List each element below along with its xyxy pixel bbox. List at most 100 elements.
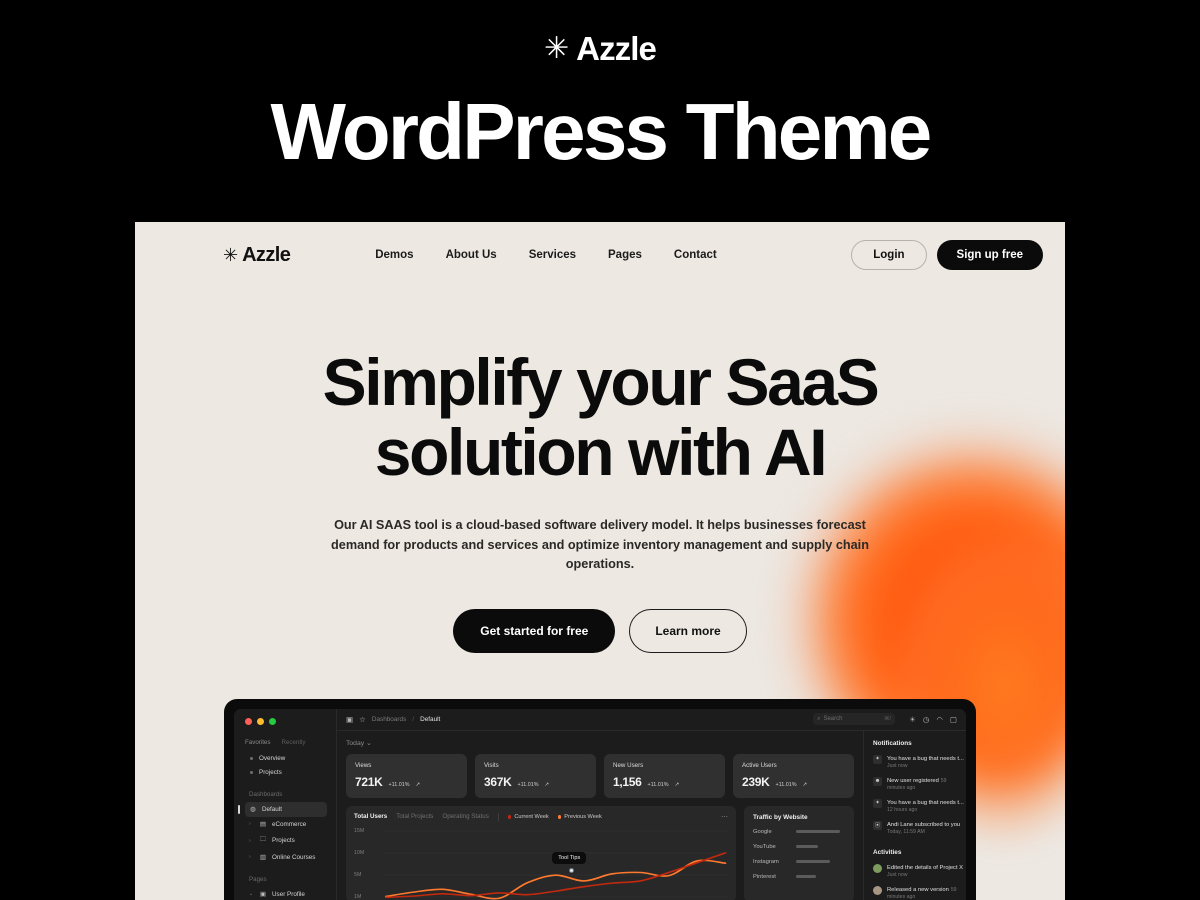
stat-label: New Users bbox=[613, 761, 644, 769]
hero-section: Simplify your SaaS solution with AI Our … bbox=[135, 280, 1065, 653]
chart-more-icon[interactable]: ⋯ bbox=[721, 813, 728, 821]
dashboard-mockup-frame: Favorites Recently Overview Projects Das… bbox=[224, 698, 976, 900]
trend-up-icon: ↗ bbox=[802, 781, 808, 788]
notification-item[interactable]: ✦ You have a bug that needs t... Just no… bbox=[873, 754, 964, 769]
sidebar-item-projects[interactable]: Projects bbox=[245, 766, 327, 780]
sidebar-item-label: Projects bbox=[259, 769, 282, 777]
chevron-right-icon: › bbox=[249, 821, 251, 828]
breadcrumb-parent[interactable]: Dashboards bbox=[372, 716, 406, 723]
bug-icon: ✦ bbox=[873, 798, 882, 808]
close-window-icon[interactable] bbox=[245, 717, 252, 725]
nav-item-demos[interactable]: Demos bbox=[375, 249, 413, 261]
stat-delta: +11.01% bbox=[517, 781, 539, 788]
notification-item[interactable]: ✦ You have a bug that needs t... 12 hour… bbox=[873, 798, 964, 813]
sidebar-item-overview[interactable]: Overview bbox=[245, 752, 327, 766]
banner-brand-name: Azzle bbox=[576, 30, 657, 67]
login-button[interactable]: Login bbox=[851, 240, 927, 270]
legend-label: Current Week bbox=[514, 813, 549, 820]
chart-tooltip-point[interactable] bbox=[569, 867, 575, 873]
learn-more-button[interactable]: Learn more bbox=[629, 608, 747, 653]
sidebar-item-projects-dash[interactable]: › 🗀 Projects bbox=[245, 832, 327, 850]
traffic-row: Instagram bbox=[753, 859, 845, 865]
signup-button[interactable]: Sign up free bbox=[936, 240, 1043, 270]
avatar bbox=[873, 885, 882, 895]
stat-value: 239K bbox=[742, 774, 770, 789]
legend-swatch bbox=[557, 815, 562, 819]
sidebar-item-default[interactable]: ◍ Default bbox=[238, 801, 327, 817]
stat-delta: +11.01% bbox=[388, 781, 410, 788]
divider bbox=[497, 812, 499, 821]
sidebar-item-online-courses[interactable]: › ▥ Online Courses bbox=[245, 850, 327, 865]
nav-item-pages[interactable]: Pages bbox=[608, 249, 642, 261]
notification-item[interactable]: ⦿ Andi Lane subscribed to you Today, 11:… bbox=[873, 820, 961, 835]
maximize-window-icon[interactable] bbox=[269, 717, 276, 725]
period-selector[interactable]: Today ⌄ bbox=[346, 739, 854, 747]
stat-value: 367K bbox=[484, 774, 512, 789]
sidebar-tabs: Favorites Recently bbox=[245, 739, 327, 746]
bullet-icon bbox=[250, 771, 253, 775]
sidebar-item-label: Default bbox=[262, 805, 282, 813]
get-started-button[interactable]: Get started for free bbox=[453, 608, 616, 653]
broadcast-icon: ⦿ bbox=[873, 820, 882, 830]
traffic-row: YouTube bbox=[753, 844, 845, 850]
dashboard-search-input[interactable]: ⌕ Search ⌘/ bbox=[813, 713, 896, 726]
sidebar-heading-dashboards: Dashboards bbox=[249, 790, 283, 798]
activity-text: Released a new version bbox=[887, 886, 949, 893]
tab-recently[interactable]: Recently bbox=[281, 739, 305, 746]
site-logo[interactable]: ✳ Azzle bbox=[223, 244, 291, 267]
nav-item-about-us[interactable]: About Us bbox=[446, 249, 497, 261]
bell-icon[interactable]: ◠ bbox=[936, 715, 943, 724]
nav-actions: Login Sign up free bbox=[851, 240, 1043, 270]
breadcrumb-current: Default bbox=[420, 715, 441, 723]
chart-tab-total-users[interactable]: Total Users bbox=[354, 813, 387, 820]
stat-card-visits[interactable]: Visits 367K +11.01% ↗ bbox=[475, 753, 596, 798]
search-placeholder: Search bbox=[823, 716, 843, 723]
notification-item[interactable]: ☻ New user registered 59 minutes ago bbox=[873, 776, 958, 791]
activity-time: Just now bbox=[887, 871, 908, 878]
traffic-card-title: Traffic by Website bbox=[753, 813, 808, 821]
sidebar-item-ecommerce[interactable]: › ▤ eCommerce bbox=[245, 817, 327, 832]
activity-item[interactable]: Released a new version 59 minutes ago bbox=[873, 885, 958, 900]
dashboard-body: Today ⌄ Views 721K +11.01% ↗ Visits 367K… bbox=[337, 730, 966, 900]
notification-text: You have a bug that needs t... bbox=[887, 799, 964, 806]
chart-tab-operating-status[interactable]: Operating Status bbox=[442, 813, 488, 820]
stat-card-new-users[interactable]: New Users 1,156 +11.01% ↗ bbox=[604, 753, 725, 798]
sun-icon[interactable]: ☀ bbox=[909, 715, 916, 724]
notification-time: 12 hours ago bbox=[887, 806, 918, 813]
line-chart-svg bbox=[383, 830, 728, 900]
minimize-window-icon[interactable] bbox=[257, 717, 264, 725]
user-card-icon: ▣ bbox=[259, 891, 267, 899]
legend-current-week: Current Week bbox=[507, 813, 549, 820]
sidebar-item-label: Online Courses bbox=[272, 853, 316, 861]
chart-tab-total-projects[interactable]: Total Projects bbox=[396, 813, 433, 820]
star-icon[interactable]: ☆ bbox=[359, 715, 366, 724]
website-preview: ✳ Azzle Demos About Us Services Pages Co… bbox=[135, 222, 1065, 900]
nav-links: Demos About Us Services Pages Contact bbox=[375, 249, 717, 261]
dashboard-content: Today ⌄ Views 721K +11.01% ↗ Visits 367K… bbox=[337, 731, 863, 900]
topbar-icon-group: ☀ ◷ ◠ ▢ bbox=[909, 715, 957, 724]
notification-text: Andi Lane subscribed to you bbox=[887, 821, 961, 828]
sidebar-toggle-icon[interactable]: ▣ bbox=[346, 715, 353, 724]
chart-tooltip: Tool Tips bbox=[552, 851, 587, 864]
tab-favorites[interactable]: Favorites bbox=[245, 739, 270, 746]
sidebar-item-label: Overview bbox=[259, 755, 286, 763]
nav-item-contact[interactable]: Contact bbox=[674, 249, 717, 261]
activity-item[interactable]: Edited the details of Project X Just now bbox=[873, 863, 963, 878]
notifications-title: Notifications bbox=[873, 739, 912, 747]
breadcrumb-separator: / bbox=[412, 715, 415, 723]
notification-time: Today, 11:59 AM bbox=[887, 828, 925, 835]
hero-paragraph: Our AI SAAS tool is a cloud-based softwa… bbox=[331, 517, 869, 572]
stat-card-active-users[interactable]: Active Users 239K +11.01% ↗ bbox=[733, 753, 854, 798]
sidebar-item-user-profile[interactable]: ⌄ ▣ User Profile bbox=[245, 887, 327, 900]
legend-previous-week: Previous Week bbox=[557, 814, 602, 820]
panel-icon[interactable]: ▢ bbox=[950, 715, 957, 724]
traffic-bar bbox=[796, 875, 816, 879]
stat-card-views[interactable]: Views 721K +11.01% ↗ bbox=[346, 753, 467, 798]
period-label: Today bbox=[346, 739, 365, 747]
chart-header: Total Users Total Projects Operating Sta… bbox=[354, 812, 728, 821]
shopping-icon: ▤ bbox=[259, 821, 267, 829]
search-shortcut-hint: ⌘/ bbox=[884, 716, 892, 723]
nav-item-services[interactable]: Services bbox=[529, 249, 576, 261]
bug-icon: ✦ bbox=[873, 754, 882, 764]
history-icon[interactable]: ◷ bbox=[923, 715, 930, 724]
